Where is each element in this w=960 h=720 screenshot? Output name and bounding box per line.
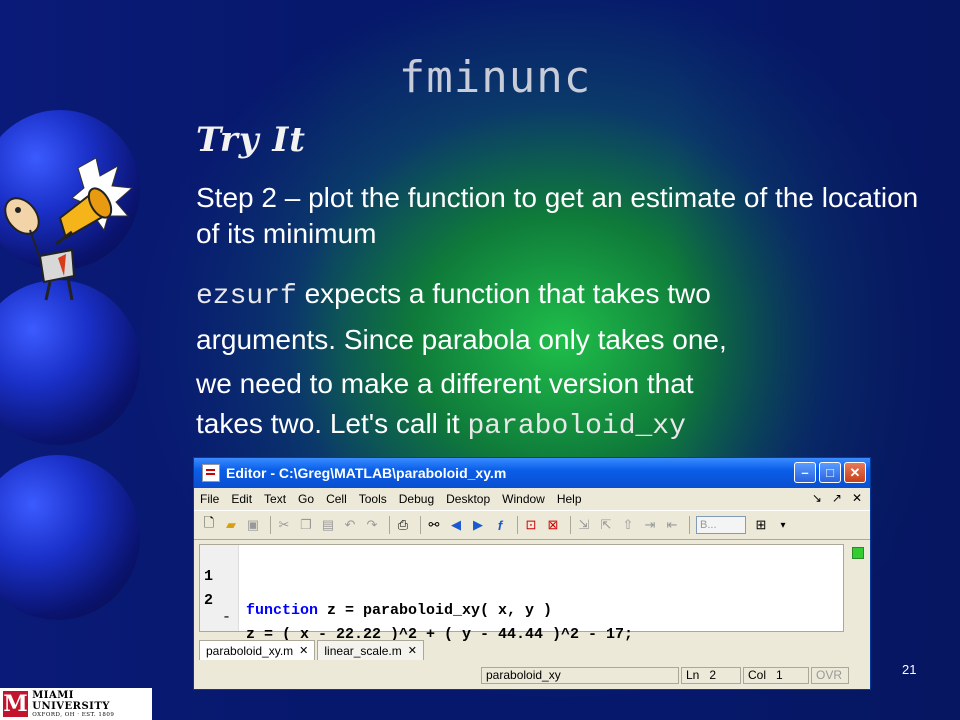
print-icon[interactable]: ⎙ <box>394 516 412 534</box>
vertical-scrollbar[interactable] <box>850 544 866 632</box>
horizontal-scrollbar[interactable] <box>199 632 844 638</box>
slide-title: fminunc <box>398 52 592 103</box>
save-icon[interactable]: ▣ <box>244 516 262 534</box>
slide-subtitle: Try It <box>196 120 306 160</box>
menu-desktop[interactable]: Desktop <box>446 492 490 506</box>
editor-app-icon <box>202 464 220 482</box>
logo-m-icon: M <box>3 691 29 717</box>
code-ezsurf: ezsurf <box>196 281 297 312</box>
toolbar-separator <box>570 516 571 534</box>
step-out-icon[interactable]: ⇧ <box>619 516 637 534</box>
line-number: 2 <box>204 592 214 609</box>
editor-titlebar[interactable]: Editor - C:\Greg\MATLAB\paraboloid_xy.m … <box>194 458 870 488</box>
status-line-value: 2 <box>709 668 717 682</box>
close-button[interactable]: ✕ <box>844 462 866 483</box>
dock-icon[interactable]: ↗ <box>832 491 842 505</box>
line4-text: takes two. Let's call it <box>196 408 468 439</box>
status-col-value: 1 <box>776 668 783 682</box>
menu-bar: File Edit Text Go Cell Tools Debug Deskt… <box>194 488 870 510</box>
matlab-editor-window: Editor - C:\Greg\MATLAB\paraboloid_xy.m … <box>193 457 871 690</box>
editor-window-title: Editor - C:\Greg\MATLAB\paraboloid_xy.m <box>226 465 507 481</box>
menu-cell[interactable]: Cell <box>326 492 347 506</box>
code-paraboloid-xy: paraboloid_xy <box>467 411 686 442</box>
toolbar-separator <box>270 516 271 534</box>
menu-file[interactable]: File <box>200 492 219 506</box>
code-text: z = paraboloid_xy( x, y ) <box>318 602 553 619</box>
paste-icon[interactable]: ▤ <box>319 516 337 534</box>
step-icon[interactable]: ⇲ <box>575 516 593 534</box>
menu-tools[interactable]: Tools <box>359 492 387 506</box>
paragraph-ezsurf-line4: takes two. Let's call it paraboloid_xy <box>196 406 686 445</box>
status-spacer <box>199 667 479 684</box>
tile-layout-icon[interactable]: ⊞ <box>752 516 770 534</box>
stack-combo[interactable]: B... <box>696 516 746 534</box>
close-tab-icon[interactable]: ✕ <box>299 644 308 657</box>
new-file-icon[interactable]: 🗋 <box>200 515 218 534</box>
document-tabs: paraboloid_xy.m ✕ linear_scale.m ✕ <box>199 640 426 660</box>
paragraph-ezsurf-line2: arguments. Since parabola only takes one… <box>196 324 727 355</box>
tab-label: linear_scale.m <box>324 643 402 658</box>
back-icon[interactable]: ◀ <box>447 516 465 534</box>
page-number: 21 <box>902 662 917 677</box>
editor-toolbar: 🗋 ▰ ▣ ✂ ❐ ▤ ↶ ↷ ⎙ ⚯ ◀ ▶ f ⊡ ⊠ ⇲ ⇱ ⇧ ⇥ ⇤ … <box>194 510 870 540</box>
logo-text: MIAMI UNIVERSITY <box>32 690 110 712</box>
paragraph-step2: Step 2 – plot the function to get an est… <box>196 182 919 249</box>
menu-debug[interactable]: Debug <box>399 492 434 506</box>
find-icon[interactable]: ⚯ <box>425 516 443 534</box>
ezsurf-line1-text: expects a function that takes two <box>296 278 711 309</box>
cut-icon[interactable]: ✂ <box>275 516 293 534</box>
status-col-label: Col <box>748 668 767 682</box>
open-file-icon[interactable]: ▰ <box>222 516 240 534</box>
exit-debug-icon[interactable]: ⇤ <box>663 516 681 534</box>
tab-linear-scale[interactable]: linear_scale.m ✕ <box>317 640 424 660</box>
code-line-1[interactable]: 1 function z = paraboloid_xy( x, y ) <box>200 551 552 619</box>
status-bar: paraboloid_xy Ln 2 Col 1 OVR <box>199 665 864 685</box>
status-column: Col 1 <box>743 666 809 684</box>
breakpoint-marker[interactable]: - <box>222 609 231 626</box>
paragraph-ezsurf-line1: ezsurf expects a function that takes two <box>196 276 711 315</box>
toolbar-separator <box>689 516 690 534</box>
logo-subtext: OXFORD, OH · EST. 1809 <box>32 712 115 718</box>
undo-icon[interactable]: ↶ <box>341 516 359 534</box>
maximize-button[interactable]: □ <box>819 462 841 483</box>
code-line-2[interactable]: 2 - z = ( x - 22.22 )^2 + ( y - 44.44 )^… <box>200 575 633 643</box>
function-icon[interactable]: f <box>491 516 509 534</box>
close-tab-icon[interactable]: ✕ <box>408 644 417 657</box>
toolbar-separator <box>517 516 518 534</box>
close-document-icon[interactable]: ✕ <box>852 491 862 505</box>
paragraph-ezsurf-line3: we need to make a different version that <box>196 368 694 399</box>
menu-edit[interactable]: Edit <box>231 492 252 506</box>
status-line: Ln 2 <box>681 666 741 684</box>
tab-paraboloid-xy[interactable]: paraboloid_xy.m ✕ <box>199 640 316 660</box>
copy-icon[interactable]: ❐ <box>297 516 315 534</box>
menu-help[interactable]: Help <box>557 492 582 506</box>
clear-breakpoints-icon[interactable]: ⊠ <box>544 516 562 534</box>
decorative-sphere-middle <box>0 280 140 445</box>
status-line-label: Ln <box>686 668 700 682</box>
code-analyzer-status-icon[interactable] <box>852 547 864 559</box>
set-breakpoint-icon[interactable]: ⊡ <box>522 516 540 534</box>
code-editor-area[interactable]: 1 function z = paraboloid_xy( x, y ) 2 -… <box>199 544 844 643</box>
redo-icon[interactable]: ↷ <box>363 516 381 534</box>
minimize-button[interactable]: – <box>794 462 816 483</box>
keyword-function: function <box>246 602 319 619</box>
miami-university-logo: M MIAMI UNIVERSITY OXFORD, OH · EST. 180… <box>0 688 152 720</box>
megaphone-man-icon <box>4 158 134 301</box>
toolbar-separator <box>420 516 421 534</box>
undock-icon[interactable]: ↘ <box>812 491 822 505</box>
step-in-icon[interactable]: ⇱ <box>597 516 615 534</box>
menu-text[interactable]: Text <box>264 492 286 506</box>
status-overwrite-mode: OVR <box>811 666 849 684</box>
menu-go[interactable]: Go <box>298 492 314 506</box>
toolbar-separator <box>389 516 390 534</box>
tab-label: paraboloid_xy.m <box>206 643 294 658</box>
decorative-sphere-bottom <box>0 455 140 620</box>
layout-dropdown-icon[interactable]: ▾ <box>774 516 792 534</box>
forward-icon[interactable]: ▶ <box>469 516 487 534</box>
continue-icon[interactable]: ⇥ <box>641 516 659 534</box>
status-function-name: paraboloid_xy <box>481 666 679 684</box>
menu-window[interactable]: Window <box>502 492 545 506</box>
